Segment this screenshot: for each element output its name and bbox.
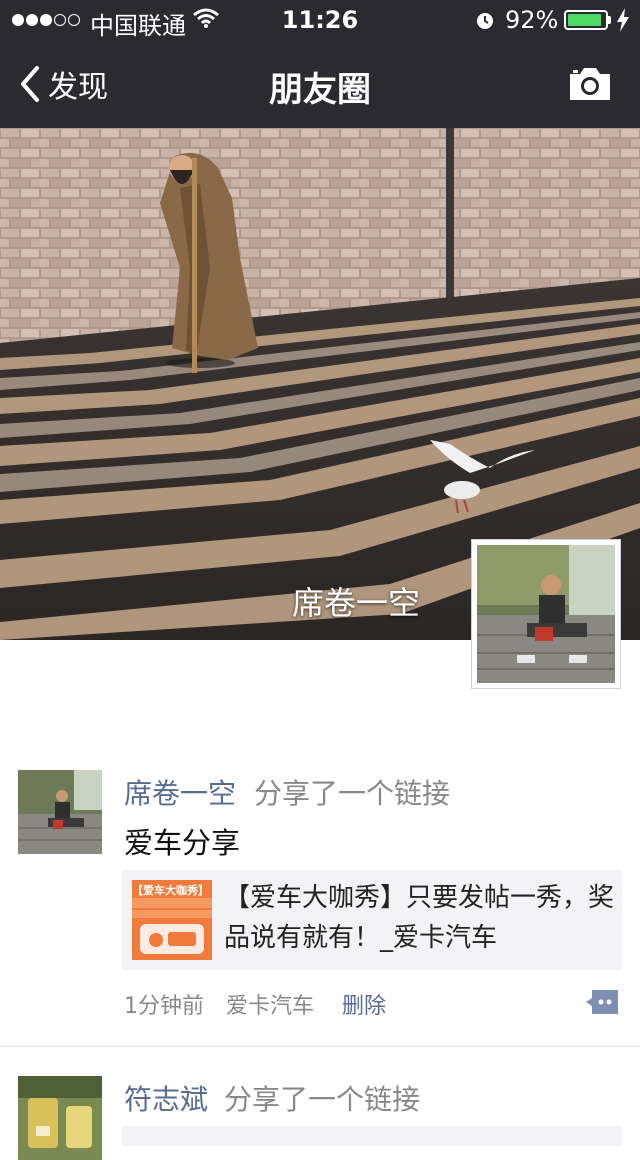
avatar-image (18, 770, 102, 854)
post-author[interactable]: 席卷一空 (124, 772, 236, 812)
navigation-bar: 发现 朋友圈 (0, 40, 640, 128)
avatar-image (477, 545, 615, 683)
post-author[interactable]: 符志斌 (124, 1078, 208, 1118)
post-avatar[interactable] (18, 770, 102, 854)
alarm-icon (477, 13, 493, 29)
post-divider (0, 1046, 640, 1047)
link-title: 【爱车大咖秀】只要发帖一秀，奖品说有就有！_爱卡汽车 (224, 883, 615, 953)
shared-link-card[interactable] (122, 1126, 622, 1146)
post-time: 1分钟前 (124, 994, 204, 1019)
shared-link-card[interactable]: 【爱车大咖秀】 【爱车大咖秀】只要发帖一秀，奖品说有就有！_爱卡汽车 (122, 870, 622, 970)
delete-button[interactable]: 删除 (342, 988, 386, 1020)
charging-icon (617, 8, 629, 32)
camera-icon[interactable] (566, 64, 614, 104)
avatar-image (18, 1076, 102, 1160)
post-action: 分享了一个链接 (254, 777, 451, 810)
page-title: 朋友圈 (269, 70, 371, 110)
profile-avatar[interactable] (471, 539, 621, 689)
battery-fill (568, 14, 601, 26)
battery-icon (564, 10, 608, 30)
cover-username: 席卷一空 (292, 584, 421, 622)
post-action: 分享了一个链接 (224, 1083, 421, 1116)
status-bar: 中国联通 11:26 92% (0, 0, 640, 40)
thumbnail-graphic (132, 898, 212, 954)
post-avatar[interactable] (18, 1076, 102, 1160)
post-text: 爱车分享 (124, 826, 241, 860)
top-bar: 中国联通 11:26 92% 发现 朋友圈 (0, 0, 640, 128)
battery-cap (608, 16, 611, 24)
battery-percent: 92% (505, 6, 559, 34)
post-source[interactable]: 爱卡汽车 (226, 988, 314, 1020)
comment-icon[interactable] (584, 988, 620, 1016)
link-thumbnail: 【爱车大咖秀】 (132, 880, 212, 960)
